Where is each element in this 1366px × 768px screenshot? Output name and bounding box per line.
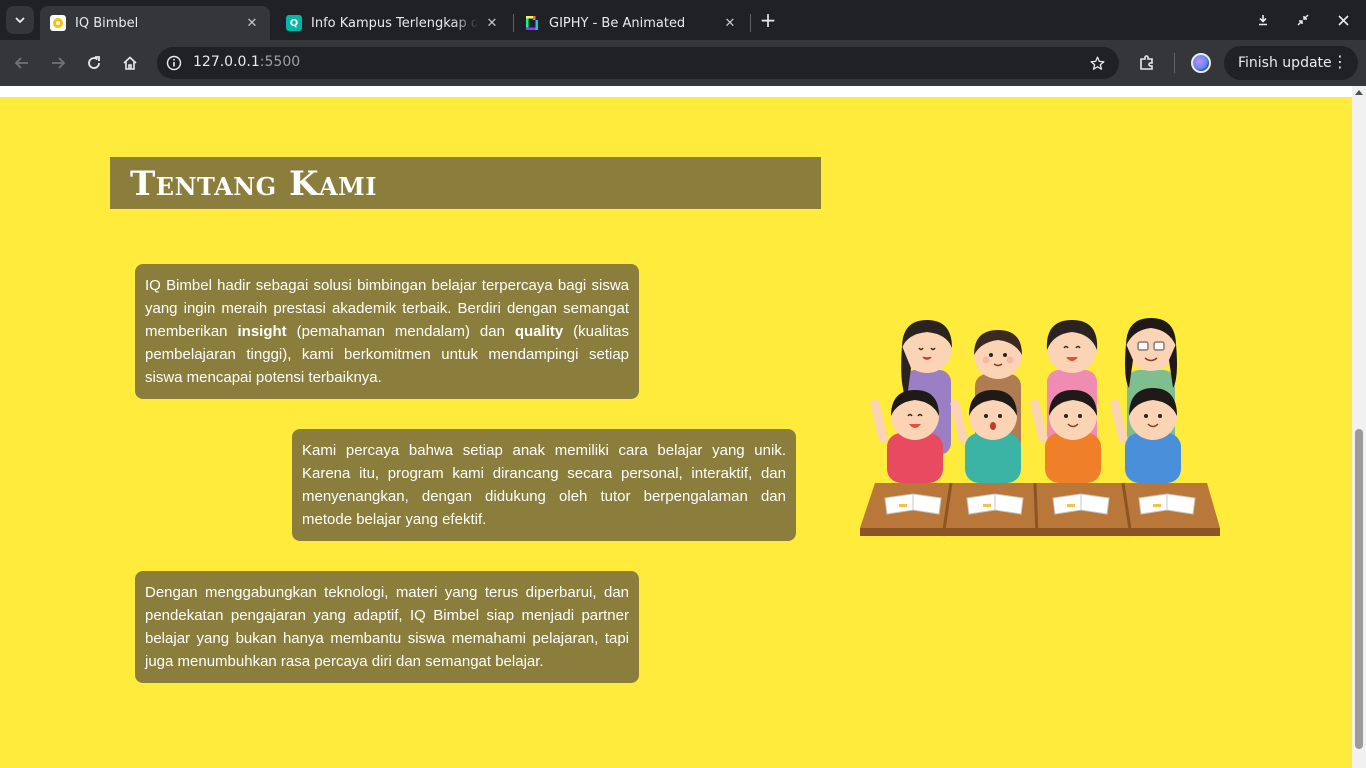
tab-strip: IQ Bimbel ✕ Q Info Kampus Terlengkap dan… (0, 0, 1366, 40)
home-icon (123, 56, 137, 70)
reload-button[interactable] (80, 49, 108, 77)
iq-bimbel-favicon (50, 15, 66, 31)
toolbar-divider (1174, 53, 1175, 73)
tab-title: IQ Bimbel (75, 15, 139, 31)
url-text[interactable]: 127.0.0.1:5500 (193, 54, 300, 70)
tab-title: Info Kampus Terlengkap dan (311, 15, 478, 31)
scrollbar-thumb[interactable] (1355, 429, 1363, 749)
close-window-button[interactable] (1331, 8, 1355, 32)
close-icon (1337, 14, 1349, 26)
giphy-favicon (524, 15, 540, 31)
restore-icon (1297, 14, 1309, 26)
about-paragraph-1: IQ Bimbel hadir sebagai solusi bimbingan… (135, 264, 639, 399)
url-host: 127.0.0.1 (193, 54, 260, 70)
more-menu-icon[interactable]: ⋮ (1332, 54, 1348, 70)
about-paragraph-2: Kami percaya bahwa setiap anak memiliki … (292, 429, 796, 541)
new-tab-button[interactable]: + (756, 8, 780, 32)
page-top-strip (0, 86, 1352, 97)
page-title: Tentang Kami (130, 164, 377, 204)
desks-with-books (860, 482, 1220, 537)
home-button[interactable] (116, 49, 144, 77)
finish-update-label: Finish update (1238, 55, 1332, 71)
bookmark-star-icon[interactable] (1087, 53, 1107, 73)
paragraph-text: (pemahaman mendalam) dan (286, 323, 515, 340)
minimize-button[interactable] (1251, 8, 1275, 32)
close-tab-icon[interactable]: ✕ (722, 15, 738, 31)
finish-update-button[interactable]: Finish update ⋮ (1224, 46, 1358, 80)
arrow-left-icon (14, 57, 28, 69)
browser-toolbar: 127.0.0.1:5500 Finish update ⋮ (0, 40, 1366, 86)
tab-giphy[interactable]: GIPHY - Be Animated ✕ (514, 6, 748, 40)
tab-iq-bimbel[interactable]: IQ Bimbel ✕ (40, 6, 270, 40)
restore-button[interactable] (1291, 8, 1315, 32)
quality-bold: quality (514, 323, 564, 340)
scroll-up-arrow-icon[interactable] (1355, 90, 1363, 95)
minimize-icon (1259, 15, 1267, 26)
quipper-q-favicon: Q (286, 15, 302, 31)
page-viewport: Tentang Kami IQ Bimbel hadir sebagai sol… (0, 86, 1366, 768)
reload-icon (88, 56, 100, 69)
about-heading-bar: Tentang Kami (110, 157, 821, 209)
about-paragraph-3: Dengan menggabungkan teknologi, materi y… (135, 571, 639, 683)
url-port: :5500 (259, 54, 301, 70)
profile-avatar[interactable] (1191, 53, 1211, 73)
tab-search-button[interactable] (6, 6, 34, 34)
front-row-students (870, 388, 1181, 483)
arrow-right-icon (52, 57, 66, 69)
students-classroom-illustration (860, 318, 1220, 537)
site-info-icon[interactable] (165, 54, 183, 72)
extensions-puzzle-icon[interactable] (1135, 51, 1159, 75)
address-bar[interactable]: 127.0.0.1:5500 (157, 47, 1119, 79)
insight-bold: insight (237, 323, 287, 340)
tab-title: GIPHY - Be Animated (549, 15, 686, 31)
back-button[interactable] (8, 49, 36, 77)
close-tab-icon[interactable]: ✕ (244, 15, 260, 31)
tab-divider (750, 14, 751, 32)
close-tab-icon[interactable]: ✕ (484, 15, 500, 31)
forward-button[interactable] (44, 49, 72, 77)
tab-info-kampus[interactable]: Q Info Kampus Terlengkap dan ✕ (276, 6, 510, 40)
vertical-scrollbar[interactable] (1352, 86, 1366, 768)
chevron-down-icon (15, 17, 25, 24)
